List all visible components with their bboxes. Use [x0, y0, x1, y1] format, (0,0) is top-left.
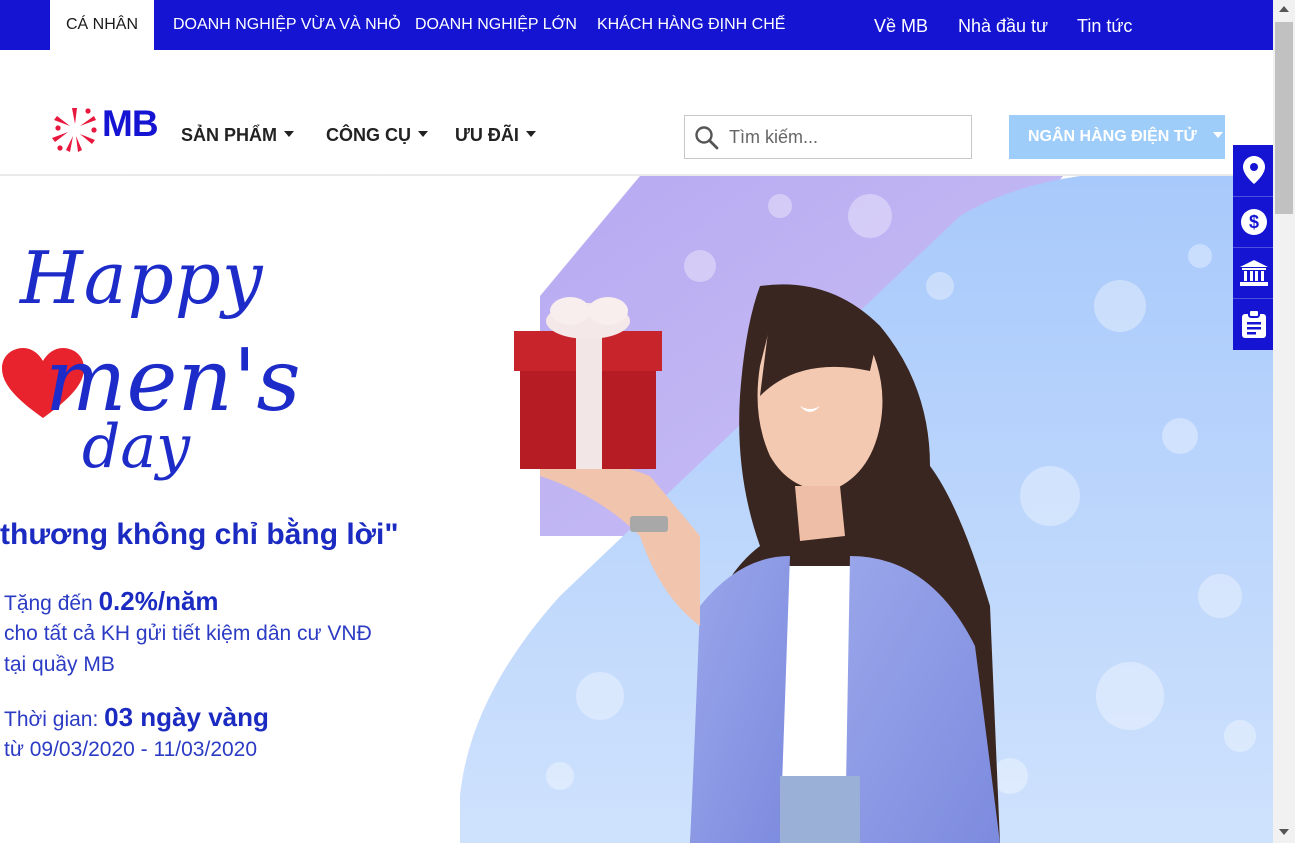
link-news[interactable]: Tin tức — [1077, 0, 1132, 50]
search-icon[interactable] — [694, 125, 720, 151]
promo-rate-prefix: Tặng đến — [4, 592, 99, 615]
nav-products-label: SẢN PHẨM — [181, 125, 278, 145]
chevron-down-icon — [284, 131, 295, 138]
ebanking-button[interactable]: NGÂN HÀNG ĐIỆN TỬ — [1009, 115, 1225, 159]
bank-icon — [1239, 259, 1268, 286]
hero-title-day: day — [82, 412, 191, 482]
chevron-down-icon — [525, 131, 536, 138]
scroll-down-arrow-icon[interactable] — [1279, 829, 1289, 835]
nav-products[interactable]: SẢN PHẨM — [181, 125, 295, 149]
svg-text:$: $ — [1248, 212, 1258, 232]
segment-bar: CÁ NHÂN DOANH NGHIỆP VỪA VÀ NHỎ DOANH NG… — [0, 0, 1273, 50]
hero-banner[interactable]: Happy men's day thương không chỉ bằng lờ… — [0, 176, 1273, 843]
mb-logo[interactable]: MB — [50, 103, 165, 152]
tab-sme[interactable]: DOANH NGHIỆP VỪA VÀ NHỎ — [173, 0, 401, 50]
clipboard-icon — [1241, 309, 1266, 338]
promo-period-line: Thời gian: 03 ngày vàng — [4, 702, 269, 733]
promo-audience: cho tất cả KH gửi tiết kiệm dân cư VNĐ — [4, 622, 372, 645]
promo-location: tại quầy MB — [4, 653, 115, 676]
register-form-button[interactable] — [1233, 298, 1274, 348]
nav-offers[interactable]: ƯU ĐÃI — [455, 125, 536, 149]
side-toolbar: $ — [1233, 145, 1274, 350]
branch-locator-button[interactable] — [1233, 145, 1274, 195]
promo-dates: từ 09/03/2020 - 11/03/2020 — [4, 738, 258, 761]
tab-institutional[interactable]: KHÁCH HÀNG ĐỊNH CHẾ — [597, 0, 785, 50]
location-icon — [1242, 156, 1265, 184]
search-input[interactable] — [729, 124, 959, 150]
promo-period-prefix: Thời gian: — [4, 708, 105, 731]
dollar-icon: $ — [1240, 208, 1267, 235]
page: CÁ NHÂN DOANH NGHIỆP VỪA VÀ NHỎ DOANH NG… — [0, 0, 1295, 843]
nav-tools-label: CÔNG CỤ — [326, 125, 411, 145]
vertical-scrollbar[interactable] — [1273, 0, 1295, 843]
tab-corporate[interactable]: DOANH NGHIỆP LỚN — [415, 0, 577, 50]
chevron-down-icon — [1212, 131, 1223, 138]
tab-personal[interactable]: CÁ NHÂN — [50, 0, 154, 50]
hero-quote: thương không chỉ bằng lời" — [0, 518, 399, 551]
logo-text: MB — [102, 103, 159, 144]
search-box[interactable] — [684, 115, 972, 159]
chevron-down-icon — [418, 131, 428, 138]
hero-title-happy: Happy — [20, 236, 264, 320]
promo-period-value: 03 ngày vàng — [104, 702, 269, 732]
nav-tools[interactable]: CÔNG CỤ — [326, 125, 428, 149]
scroll-thumb[interactable] — [1275, 22, 1293, 214]
mb-star-icon — [52, 108, 97, 152]
exchange-rate-button[interactable]: $ — [1233, 196, 1274, 246]
promo-rate-line: Tặng đến 0.2%/năm — [4, 586, 219, 617]
link-investors[interactable]: Nhà đầu tư — [958, 0, 1048, 50]
nav-offers-label: ƯU ĐÃI — [455, 125, 519, 145]
promo-rate-value: 0.2%/năm — [98, 586, 219, 616]
scroll-up-arrow-icon[interactable] — [1279, 6, 1289, 12]
bank-services-button[interactable] — [1233, 247, 1274, 297]
link-about-mb[interactable]: Về MB — [874, 0, 928, 50]
ebanking-label: NGÂN HÀNG ĐIỆN TỬ — [1028, 128, 1197, 145]
